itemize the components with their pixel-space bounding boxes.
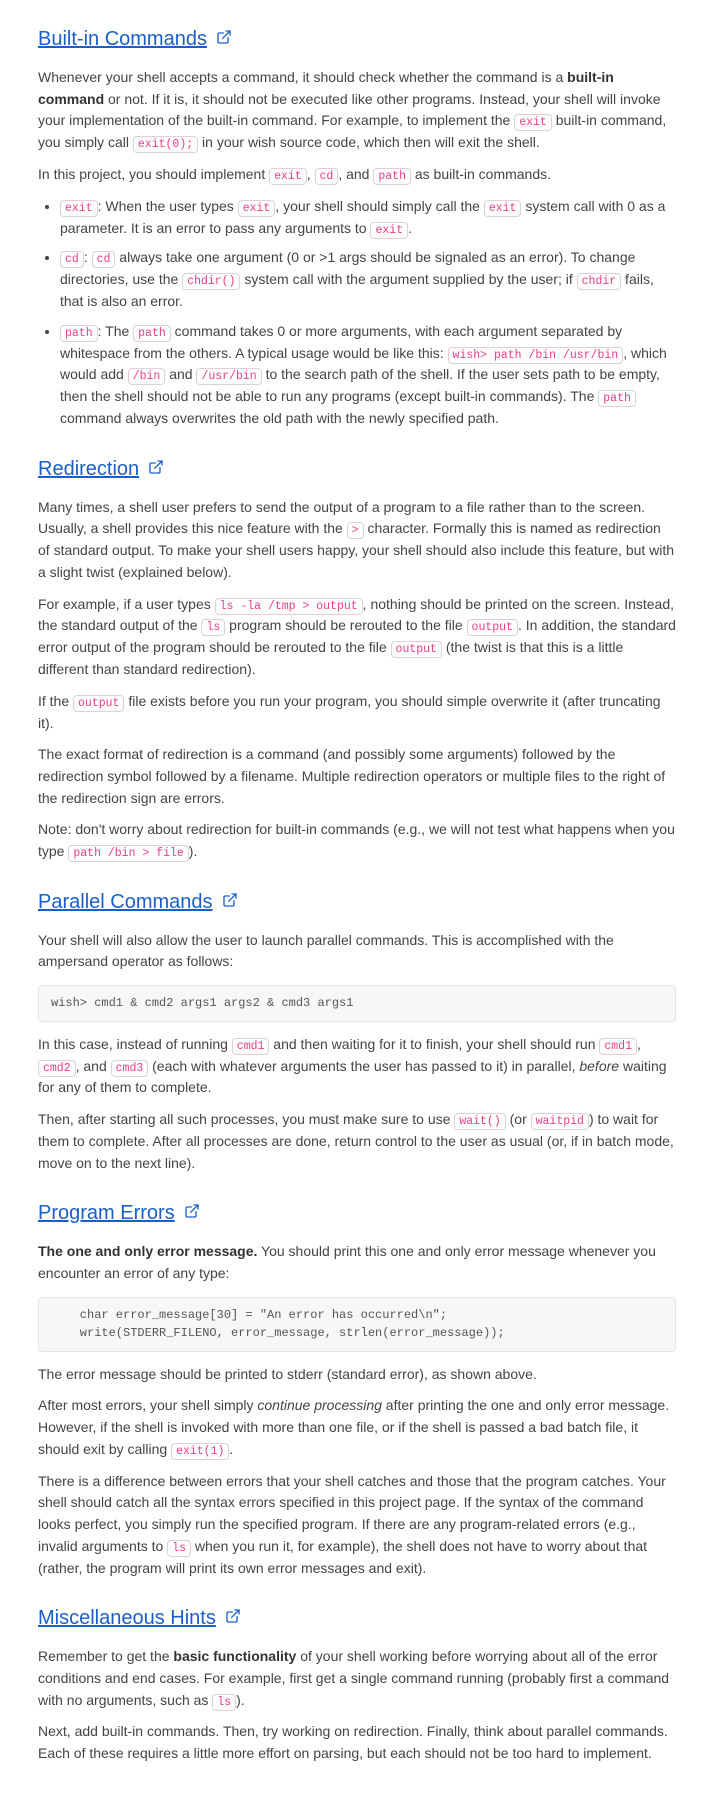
code-cmd3: cmd3 xyxy=(111,1060,149,1077)
list-item: exit: When the user types exit, your she… xyxy=(60,196,676,240)
code-block-parallel: wish> cmd1 & cmd2 args1 args2 & cmd3 arg… xyxy=(38,985,676,1022)
paragraph: If the output file exists before you run… xyxy=(38,691,676,735)
code-output: output xyxy=(391,641,442,658)
paragraph: In this project, you should implement ex… xyxy=(38,164,676,186)
heading-text: Built-in Commands xyxy=(38,24,207,55)
code-cd: cd xyxy=(315,168,339,185)
code-ls: ls xyxy=(212,1694,236,1711)
code-block-error: char error_message[30] = "An error has o… xyxy=(38,1297,676,1352)
code-ls: ls xyxy=(167,1540,191,1557)
code-cmd2: cmd2 xyxy=(38,1060,76,1077)
code-pathfile: path /bin > file xyxy=(68,845,188,862)
anchor-link-icon[interactable] xyxy=(224,1603,242,1634)
anchor-link-icon[interactable] xyxy=(183,1198,201,1229)
code-cd: cd xyxy=(92,251,116,268)
paragraph: The one and only error message. You shou… xyxy=(38,1241,676,1284)
paragraph: Next, add built-in commands. Then, try w… xyxy=(38,1721,676,1764)
code-cmd1: cmd1 xyxy=(232,1038,270,1055)
code-waitpid: waitpid xyxy=(531,1113,589,1130)
paragraph: In this case, instead of running cmd1 an… xyxy=(38,1034,676,1099)
builtin-list: exit: When the user types exit, your she… xyxy=(38,196,676,430)
code-chdir: chdir xyxy=(577,273,622,290)
code-exit: exit xyxy=(484,200,522,217)
paragraph: After most errors, your shell simply con… xyxy=(38,1395,676,1460)
paragraph: Remember to get the basic functionality … xyxy=(38,1646,676,1711)
paragraph: The exact format of redirection is a com… xyxy=(38,744,676,809)
paragraph: Your shell will also allow the user to l… xyxy=(38,930,676,973)
heading-text: Program Errors xyxy=(38,1198,175,1229)
code-output: output xyxy=(467,619,518,636)
anchor-link-icon[interactable] xyxy=(147,454,165,485)
code-cd: cd xyxy=(60,251,84,268)
paragraph: Then, after starting all such processes,… xyxy=(38,1109,676,1174)
paragraph: Whenever your shell accepts a command, i… xyxy=(38,67,676,154)
code-exit1: exit(1) xyxy=(171,1443,229,1460)
code-cmd1: cmd1 xyxy=(599,1038,637,1055)
code-lsla: ls -la /tmp > output xyxy=(215,598,363,615)
code-wishpath: wish> path /bin /usr/bin xyxy=(448,347,624,364)
code-exit0: exit(0); xyxy=(133,136,198,153)
code-output: output xyxy=(73,695,124,712)
code-exit: exit xyxy=(238,200,276,217)
code-exit: exit xyxy=(370,222,408,239)
paragraph: There is a difference between errors tha… xyxy=(38,1471,676,1580)
code-bin: /bin xyxy=(128,368,166,385)
heading-redirection[interactable]: Redirection xyxy=(38,454,676,485)
paragraph: For example, if a user types ls -la /tmp… xyxy=(38,594,676,681)
code-exit: exit xyxy=(514,114,552,131)
paragraph: Many times, a shell user prefers to send… xyxy=(38,497,676,584)
code-exit: exit xyxy=(60,200,98,217)
paragraph: Note: don't worry about redirection for … xyxy=(38,819,676,863)
heading-text: Miscellaneous Hints xyxy=(38,1603,216,1634)
code-wait: wait() xyxy=(454,1113,505,1130)
code-usrbin: /usr/bin xyxy=(196,368,261,385)
code-exit: exit xyxy=(269,168,307,185)
code-ls: ls xyxy=(201,619,225,636)
code-chdirfn: chdir() xyxy=(182,273,240,290)
code-path: path xyxy=(133,325,171,342)
heading-text: Parallel Commands xyxy=(38,887,213,918)
heading-parallel[interactable]: Parallel Commands xyxy=(38,887,676,918)
list-item: path: The path command takes 0 or more a… xyxy=(60,321,676,430)
anchor-link-icon[interactable] xyxy=(215,24,233,55)
code-gt: > xyxy=(347,522,364,539)
heading-errors[interactable]: Program Errors xyxy=(38,1198,676,1229)
code-path: path xyxy=(60,325,98,342)
paragraph: The error message should be printed to s… xyxy=(38,1364,676,1386)
anchor-link-icon[interactable] xyxy=(221,887,239,918)
heading-builtin[interactable]: Built-in Commands xyxy=(38,24,676,55)
heading-text: Redirection xyxy=(38,454,139,485)
code-path: path xyxy=(373,168,411,185)
list-item: cd: cd always take one argument (0 or >1… xyxy=(60,247,676,312)
heading-hints[interactable]: Miscellaneous Hints xyxy=(38,1603,676,1634)
code-path: path xyxy=(598,390,636,407)
